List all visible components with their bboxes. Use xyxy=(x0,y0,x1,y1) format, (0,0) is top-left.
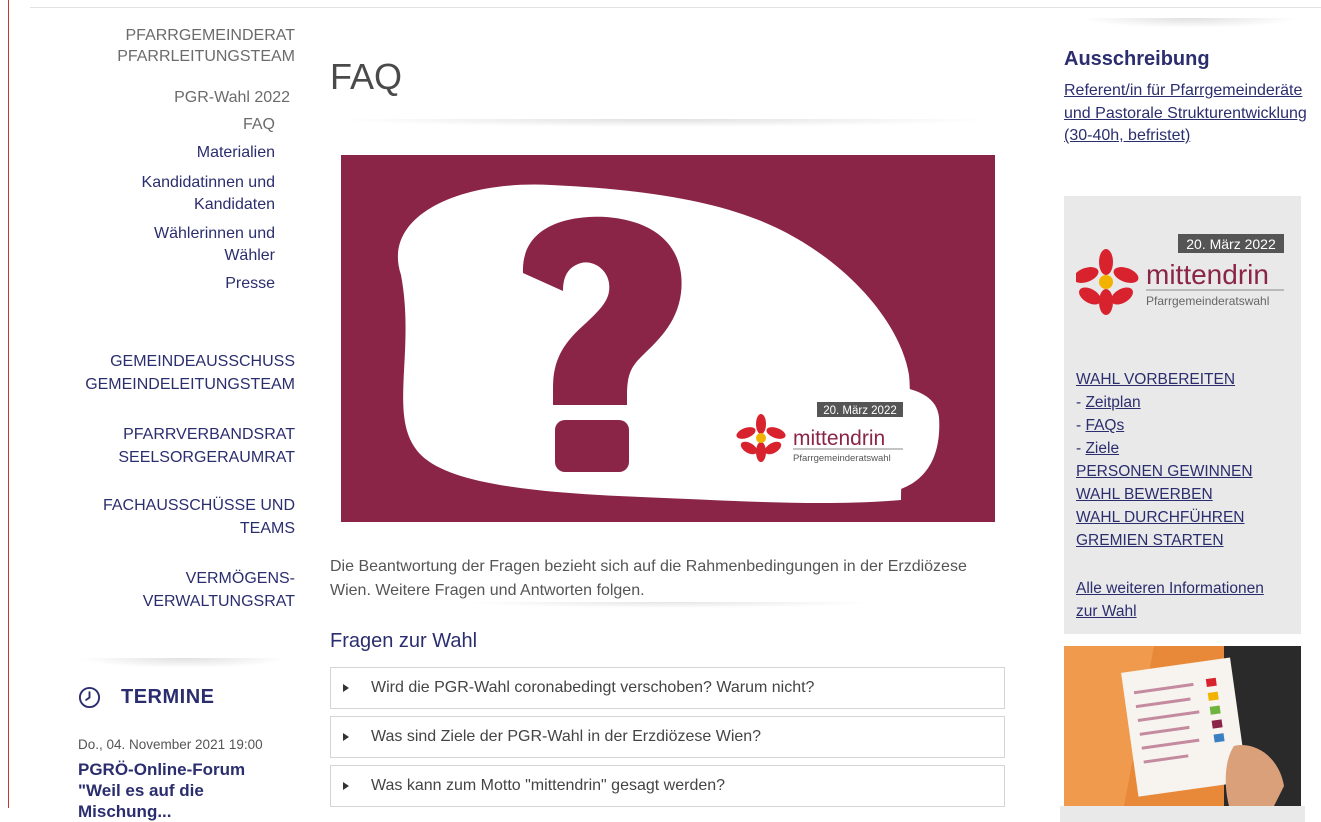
svg-text:Pfarrgemeinderatswahl: Pfarrgemeinderatswahl xyxy=(1146,294,1269,308)
intro-text: Die Beantwortung der Fragen bezieht sich… xyxy=(330,558,967,599)
nav-kandidaten[interactable]: Kandidaten xyxy=(194,194,275,215)
more-info-link[interactable]: Alle weiteren Informationen zur Wahl xyxy=(1076,577,1286,623)
section-title: Fragen zur Wahl xyxy=(330,630,478,652)
link-zeitplan[interactable]: Zeitplan xyxy=(1085,394,1140,411)
job-posting-link[interactable]: Referent/in für Pfarrgemeinderäte und Pa… xyxy=(1064,80,1309,148)
nav-materialien[interactable]: Materialien xyxy=(197,142,275,163)
list-item: - FAQs xyxy=(1076,417,1125,434)
nav-faq[interactable]: FAQ xyxy=(243,114,275,135)
nav-teams[interactable]: TEAMS xyxy=(240,518,295,539)
faq-hero-image: 20. März 2022 mittendrin Pfarrgemeindera… xyxy=(341,155,995,522)
link-wahl-vorbereiten[interactable]: WAHL VORBEREITEN xyxy=(1076,371,1235,388)
nav-pfarrleitungsteam[interactable]: PFARRLEITUNGSTEAM xyxy=(117,46,295,67)
caret-right-icon xyxy=(343,684,349,692)
nav-waehlerinnen[interactable]: Wählerinnen und xyxy=(154,223,275,244)
list-item: - Zeitplan xyxy=(1076,394,1141,411)
faq-question: Wird die PGR-Wahl coronabedingt verschob… xyxy=(371,679,815,696)
clock-icon xyxy=(78,686,101,709)
list-item: GREMIEN STARTEN xyxy=(1076,529,1253,552)
left-separator xyxy=(78,658,290,668)
caret-right-icon xyxy=(343,733,349,741)
nav-verwaltungsrat[interactable]: VERWALTUNGSRAT xyxy=(143,591,295,612)
photo-caption-bar xyxy=(1060,806,1305,822)
list-item: - Ziele xyxy=(1076,440,1120,457)
event-date: Do., 04. November 2021 19:00 xyxy=(78,737,263,752)
sidebar-title: Ausschreibung xyxy=(1064,48,1210,70)
event-title-link[interactable]: PGRÖ-Online-Forum "Weil es auf die Misch… xyxy=(78,759,283,822)
nav-pgr-wahl-2022[interactable]: PGR-Wahl 2022 xyxy=(174,87,290,108)
mittendrin-logo: 20. März 2022 mittendrin Pfarrgemeindera… xyxy=(1076,234,1284,315)
link-ziele[interactable]: Ziele xyxy=(1085,440,1119,457)
page-title: FAQ xyxy=(330,56,403,97)
left-border-line xyxy=(8,0,9,808)
list-item: WAHL BEWERBEN xyxy=(1076,483,1253,506)
svg-text:mittendrin: mittendrin xyxy=(793,427,885,450)
nav-seelsorgeraumrat[interactable]: SEELSORGERAUMRAT xyxy=(118,447,295,468)
nav-gemeindeleitungsteam[interactable]: GEMEINDELEITUNGSTEAM xyxy=(85,374,295,395)
flower-logo-icon xyxy=(1076,249,1139,315)
faq-question: Was sind Ziele der PGR-Wahl in der Erzdi… xyxy=(371,728,762,745)
faq-item[interactable]: Was kann zum Motto "mittendrin" gesagt w… xyxy=(330,765,1005,807)
link-personen-gewinnen[interactable]: PERSONEN GEWINNEN xyxy=(1076,463,1253,480)
title-separator xyxy=(330,119,998,127)
svg-text:mittendrin: mittendrin xyxy=(1146,259,1269,290)
termine-header: TERMINE xyxy=(78,686,215,709)
list-item: WAHL DURCHFÜHREN xyxy=(1076,506,1253,529)
election-steps-list: WAHL VORBEREITEN - Zeitplan - FAQs - Zie… xyxy=(1076,368,1253,552)
svg-text:20. März 2022: 20. März 2022 xyxy=(823,405,897,417)
list-item: WAHL VORBEREITEN xyxy=(1076,368,1253,391)
link-faqs[interactable]: FAQs xyxy=(1085,417,1124,434)
link-gremien-starten[interactable]: GREMIEN STARTEN xyxy=(1076,532,1224,549)
nav-pfarrgemeinderat[interactable]: PFARRGEMEINDERAT xyxy=(126,25,296,46)
caret-right-icon xyxy=(343,782,349,790)
top-divider xyxy=(30,7,1321,8)
nav-waehler[interactable]: Wähler xyxy=(224,245,275,266)
faq-item[interactable]: Was sind Ziele der PGR-Wahl in der Erzdi… xyxy=(330,716,1005,758)
termine-title: TERMINE xyxy=(121,686,215,708)
nav-pfarrverbandsrat[interactable]: PFARRVERBANDSRAT xyxy=(123,424,295,445)
nav-fachausschuesse[interactable]: FACHAUSSCHÜSSE UND xyxy=(103,495,295,516)
nav-gemeindeausschuss[interactable]: GEMEINDEAUSSCHUSS xyxy=(110,351,295,372)
link-wahl-bewerben[interactable]: WAHL BEWERBEN xyxy=(1076,486,1213,503)
nav-presse[interactable]: Presse xyxy=(225,273,275,294)
list-item: PERSONEN GEWINNEN xyxy=(1076,460,1253,483)
faq-item[interactable]: Wird die PGR-Wahl coronabedingt verschob… xyxy=(330,667,1005,709)
nav-kandidatinnen[interactable]: Kandidatinnen und xyxy=(142,172,275,193)
sidebar-separator xyxy=(1078,18,1300,28)
intro-separator xyxy=(460,602,880,608)
svg-text:20. März 2022: 20. März 2022 xyxy=(1186,236,1276,252)
nav-vermoegens[interactable]: VERMÖGENS- xyxy=(186,568,295,589)
svg-text:Pfarrgemeinderatswahl: Pfarrgemeinderatswahl xyxy=(793,453,891,464)
brochure-photo xyxy=(1064,646,1301,806)
faq-question: Was kann zum Motto "mittendrin" gesagt w… xyxy=(371,777,726,794)
link-wahl-durchfuehren[interactable]: WAHL DURCHFÜHREN xyxy=(1076,509,1245,526)
